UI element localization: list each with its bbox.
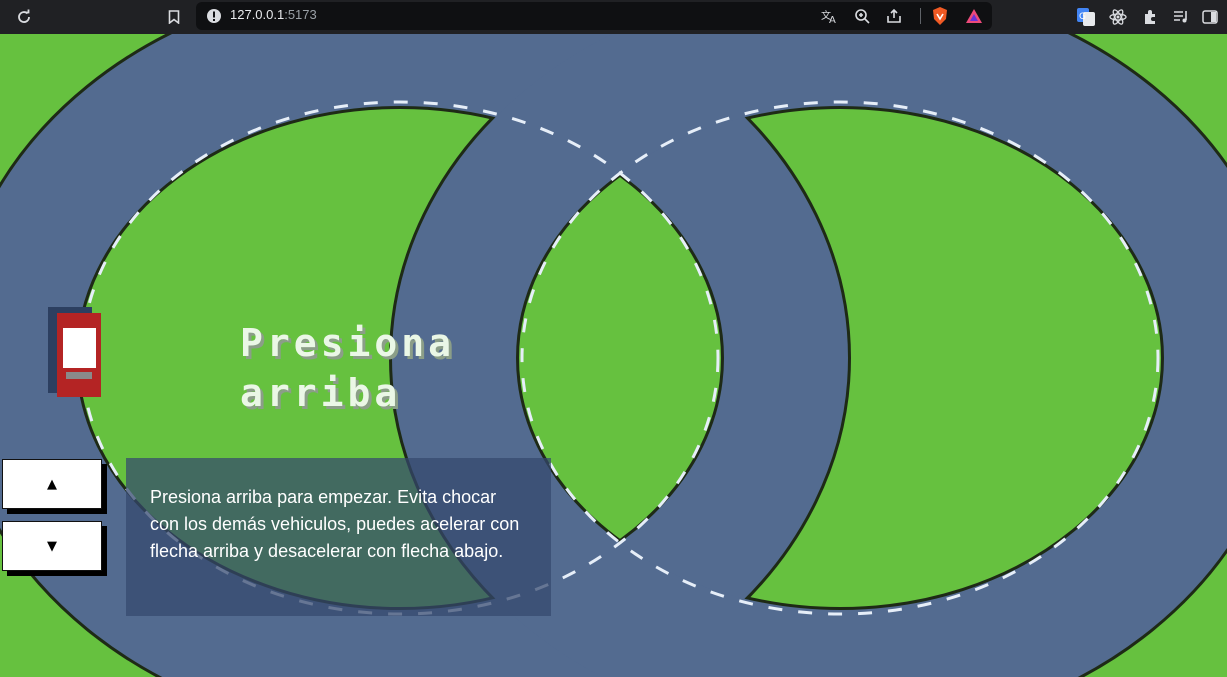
info-icon[interactable] [202, 4, 226, 28]
arrow-up-icon: ▲ [47, 476, 57, 492]
brave-rewards-icon[interactable] [962, 4, 986, 28]
up-arrow-button[interactable]: ▲ [2, 459, 102, 509]
extensions-icon[interactable] [1138, 5, 1162, 29]
start-message: Presiona arriba [240, 318, 455, 418]
react-devtools-icon[interactable] [1106, 5, 1130, 29]
start-message-line1: Presiona [240, 321, 456, 365]
media-icon[interactable] [1170, 5, 1194, 29]
player-car [48, 307, 101, 397]
google-translate-icon[interactable]: G [1074, 5, 1098, 29]
start-message-line2: arriba [240, 371, 402, 415]
toolbar-divider [920, 8, 921, 24]
reload-icon[interactable] [12, 5, 36, 29]
zoom-icon[interactable] [850, 4, 874, 28]
translate-icon[interactable]: 文A [818, 4, 842, 28]
sidebar-icon[interactable] [1198, 5, 1222, 29]
browser-toolbar: 127.0.0.1:5173 文A G [0, 0, 1227, 34]
instructions-text: Presiona arriba para empezar. Evita choc… [150, 487, 520, 561]
bookmark-icon[interactable] [162, 5, 186, 29]
brave-shield-icon[interactable] [928, 4, 952, 28]
instructions-panel: Presiona arriba para empezar. Evita choc… [126, 458, 551, 616]
svg-text:A: A [829, 15, 836, 24]
svg-text:G: G [1079, 12, 1086, 22]
share-icon[interactable] [882, 4, 906, 28]
down-arrow-button[interactable]: ▼ [2, 521, 102, 571]
address-bar[interactable]: 127.0.0.1:5173 文A [196, 2, 992, 30]
arrow-down-icon: ▼ [47, 538, 57, 554]
url-text: 127.0.0.1:5173 [230, 7, 317, 22]
